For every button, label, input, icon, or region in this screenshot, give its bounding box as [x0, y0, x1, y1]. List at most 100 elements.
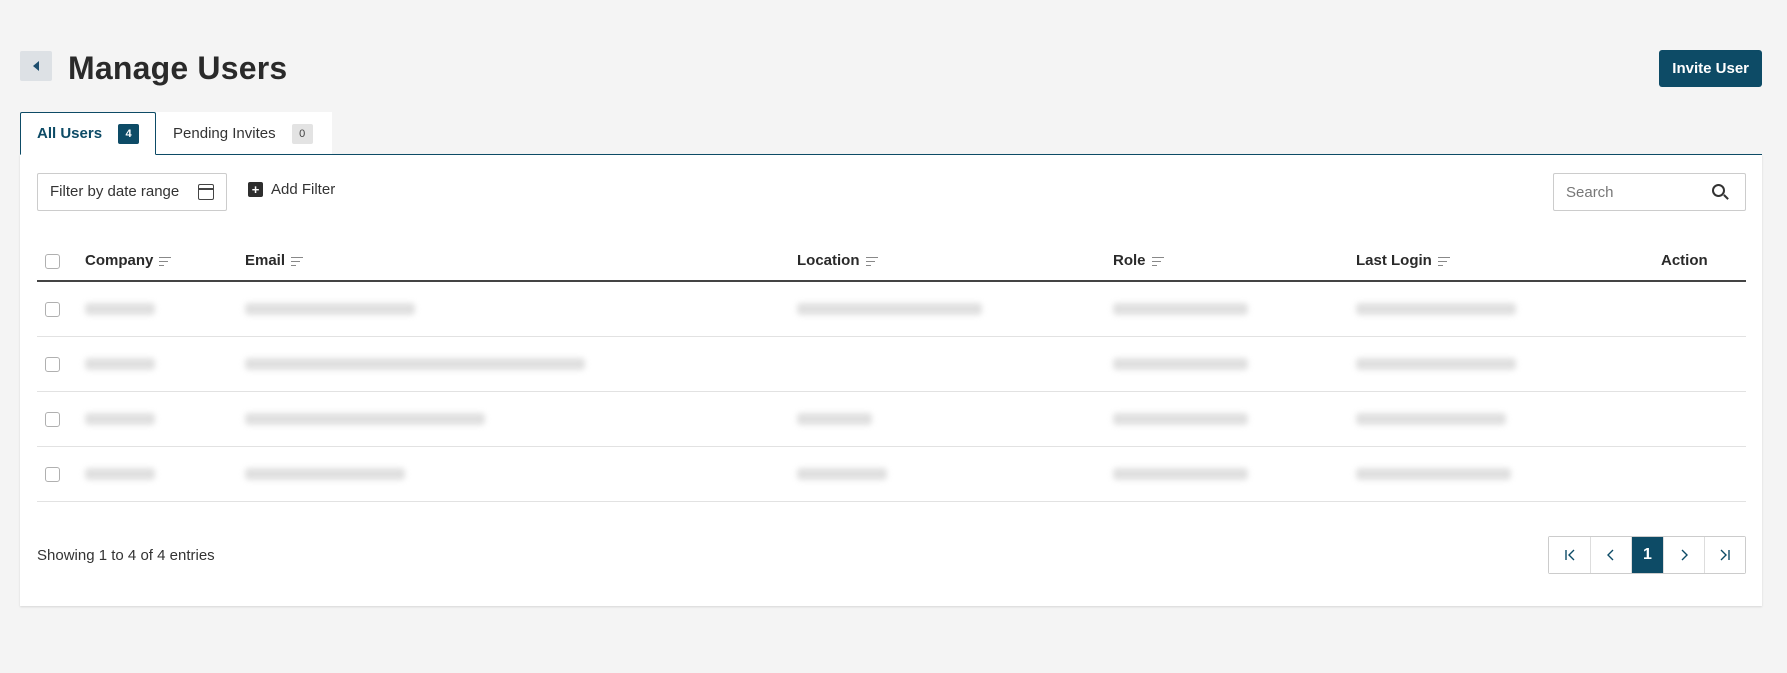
- select-all-cell: [37, 241, 85, 282]
- column-last-login[interactable]: Last Login: [1356, 241, 1661, 282]
- action-cell[interactable]: [1661, 391, 1746, 447]
- date-range-filter[interactable]: Filter by date range: [37, 173, 227, 211]
- summary-to: 4: [127, 547, 137, 564]
- column-label: Role: [1113, 252, 1146, 269]
- action-cell[interactable]: [1661, 336, 1746, 392]
- first-page-icon: [1564, 549, 1574, 561]
- redacted-text: [1356, 413, 1506, 426]
- redacted-text: [245, 468, 405, 481]
- company-cell: [85, 446, 245, 502]
- redacted-text: [85, 468, 155, 481]
- redacted-text: [85, 413, 155, 426]
- count-badge: 4: [118, 123, 140, 144]
- tab-pending-invites[interactable]: Pending Invites 0: [156, 112, 333, 155]
- sort-icon[interactable]: [291, 256, 304, 267]
- back-button[interactable]: [20, 51, 52, 81]
- summary-from: 1: [98, 547, 108, 564]
- column-label: Action: [1661, 252, 1708, 269]
- role-cell: [1113, 391, 1356, 447]
- summary-of-word: of: [140, 547, 153, 564]
- redacted-text: [797, 413, 872, 426]
- location-cell: [797, 391, 1113, 447]
- last-login-cell: [1356, 281, 1661, 337]
- row-select-cell: [37, 446, 85, 502]
- redacted-text: [797, 303, 982, 316]
- column-company[interactable]: Company: [85, 241, 245, 282]
- page-title: Manage Users: [68, 50, 288, 86]
- company-cell: [85, 336, 245, 392]
- calendar-icon: [198, 184, 214, 200]
- add-filter-label: Add Filter: [271, 181, 336, 198]
- sort-icon[interactable]: [1437, 256, 1450, 267]
- redacted-text: [1113, 303, 1248, 316]
- redacted-text: [797, 468, 887, 481]
- row-checkbox[interactable]: [45, 301, 60, 317]
- last-page-button[interactable]: [1704, 537, 1745, 573]
- column-location[interactable]: Location: [797, 241, 1113, 282]
- pagination: 1: [1548, 536, 1746, 574]
- column-role[interactable]: Role: [1113, 241, 1356, 282]
- count-badge: 0: [291, 123, 313, 144]
- search-input[interactable]: [1554, 174, 1704, 210]
- users-panel: Filter by date range + Add Filter Compan…: [20, 154, 1762, 606]
- sort-icon[interactable]: [865, 256, 878, 267]
- column-action: Action: [1661, 241, 1746, 282]
- role-cell: [1113, 281, 1356, 337]
- next-page-button[interactable]: [1663, 537, 1704, 573]
- first-page-button[interactable]: [1549, 537, 1590, 573]
- table-row: [37, 391, 1746, 447]
- search-icon[interactable]: [1712, 184, 1725, 197]
- search-box: [1553, 173, 1746, 211]
- column-email[interactable]: Email: [245, 241, 797, 282]
- row-select-cell: [37, 391, 85, 447]
- company-cell: [85, 281, 245, 337]
- select-all-checkbox[interactable]: [45, 253, 60, 269]
- redacted-text: [245, 303, 415, 316]
- sort-icon[interactable]: [1151, 256, 1164, 267]
- sort-icon[interactable]: [159, 256, 172, 267]
- prev-page-button[interactable]: [1590, 537, 1631, 573]
- tab-bar: All Users 4 Pending Invites 0: [20, 112, 333, 155]
- redacted-text: [1356, 468, 1511, 481]
- email-cell: [245, 281, 797, 337]
- company-cell: [85, 391, 245, 447]
- last-login-cell: [1356, 446, 1661, 502]
- redacted-text: [85, 303, 155, 316]
- last-login-cell: [1356, 336, 1661, 392]
- row-checkbox[interactable]: [45, 466, 60, 482]
- redacted-text: [1356, 303, 1516, 316]
- tab-label: All Users: [37, 125, 103, 142]
- last-login-cell: [1356, 391, 1661, 447]
- email-cell: [245, 446, 797, 502]
- summary-total: 4: [157, 547, 166, 564]
- table-row: [37, 281, 1746, 337]
- redacted-text: [1113, 358, 1248, 371]
- add-filter-button[interactable]: + Add Filter: [248, 181, 335, 198]
- column-label: Company: [85, 252, 154, 269]
- invite-user-button[interactable]: Invite User: [1659, 50, 1762, 87]
- location-cell: [797, 281, 1113, 337]
- email-cell: [245, 391, 797, 447]
- action-cell[interactable]: [1661, 281, 1746, 337]
- tab-all-users[interactable]: All Users 4: [20, 112, 157, 155]
- plus-icon: +: [248, 182, 263, 197]
- table-row: [37, 446, 1746, 502]
- users-table: Company Email Location Role Last Login A…: [37, 241, 1746, 502]
- redacted-text: [1113, 413, 1248, 426]
- redacted-text: [245, 413, 485, 426]
- chevron-left-icon: [1607, 549, 1614, 561]
- row-checkbox[interactable]: [45, 411, 60, 427]
- role-cell: [1113, 446, 1356, 502]
- row-select-cell: [37, 281, 85, 337]
- summary-suffix: entries: [169, 547, 215, 564]
- chevron-right-icon: [1681, 549, 1688, 561]
- location-cell: [797, 336, 1113, 392]
- table-row: [37, 336, 1746, 392]
- action-cell[interactable]: [1661, 446, 1746, 502]
- summary-prefix: Showing: [37, 547, 95, 564]
- caret-left-icon: [33, 61, 39, 71]
- location-cell: [797, 446, 1113, 502]
- redacted-text: [1113, 468, 1248, 481]
- page-button-current[interactable]: 1: [1631, 537, 1663, 573]
- row-checkbox[interactable]: [45, 356, 60, 372]
